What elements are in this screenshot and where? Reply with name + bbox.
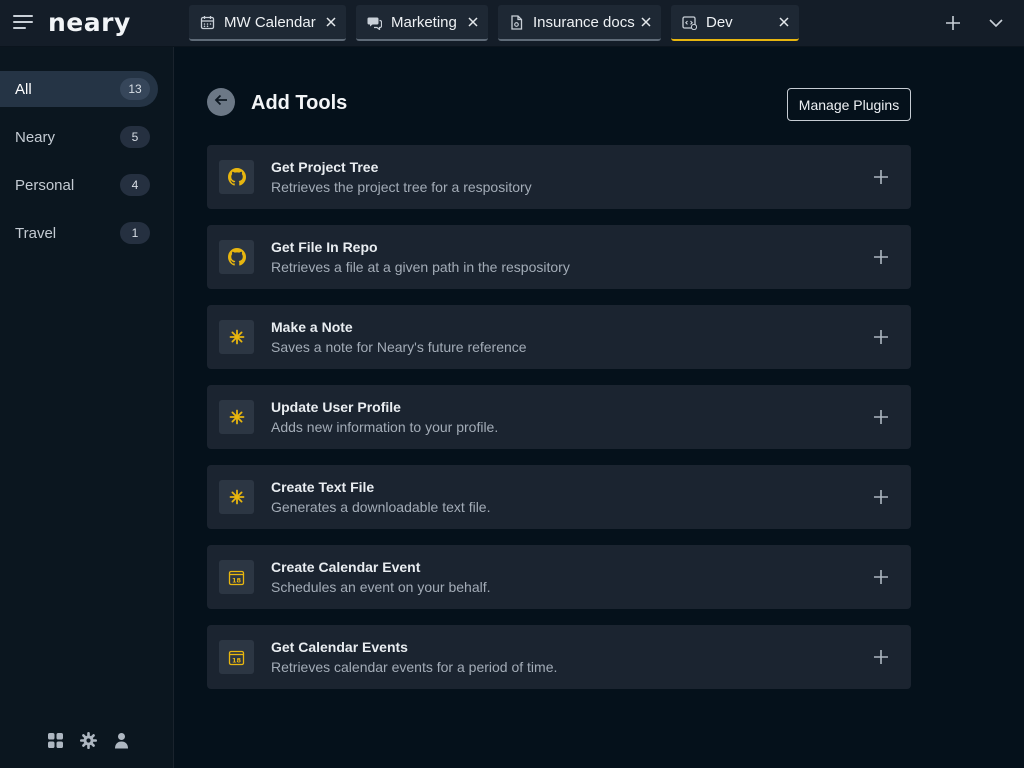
count-badge: 13 [120, 78, 150, 100]
user-icon[interactable] [113, 732, 130, 749]
sidebar-item-personal[interactable]: Personal 4 [0, 167, 158, 203]
tab-dev[interactable]: Dev [671, 5, 799, 41]
add-tool-plus-icon[interactable] [873, 649, 889, 665]
close-icon[interactable] [467, 15, 479, 27]
count-badge: 5 [120, 126, 150, 148]
tool-description: Retrieves a file at a given path in the … [271, 259, 570, 275]
sidebar-item-label: Neary [15, 128, 56, 146]
tool-card-create-calendar-event: 18 Create Calendar Event Schedules an ev… [207, 545, 911, 609]
tool-name: Get Calendar Events [271, 639, 408, 655]
app-logo: neary [48, 8, 131, 37]
add-tool-plus-icon[interactable] [873, 409, 889, 425]
tool-description: Generates a downloadable text file. [271, 499, 491, 515]
tool-card-get-calendar-events: 18 Get Calendar Events Retrieves calenda… [207, 625, 911, 689]
sparkle-icon [219, 400, 254, 434]
new-tab-plus-icon[interactable] [945, 15, 961, 31]
tool-card-get-file-in-repo: Get File In Repo Retrieves a file at a g… [207, 225, 911, 289]
sidebar-item-neary[interactable]: Neary 5 [0, 119, 158, 155]
github-icon [219, 160, 254, 194]
tool-card-create-text-file: Create Text File Generates a downloadabl… [207, 465, 911, 529]
sidebar-item-label: Personal [15, 176, 75, 194]
chat-icon [367, 15, 382, 30]
tool-card-make-a-note: Make a Note Saves a note for Neary's fut… [207, 305, 911, 369]
page-title: Add Tools [251, 92, 348, 114]
tool-name: Make a Note [271, 319, 353, 335]
tab-marketing[interactable]: Marketing [356, 5, 488, 41]
top-bar: neary MW Calendar Marketing Insurance do… [0, 0, 1024, 47]
close-icon[interactable] [325, 15, 337, 27]
sidebar-item-travel[interactable]: Travel 1 [0, 215, 158, 251]
close-icon[interactable] [778, 15, 790, 27]
svg-text:18: 18 [232, 576, 242, 584]
add-tool-plus-icon[interactable] [873, 249, 889, 265]
sidebar: All 13 Neary 5 Personal 4 Travel 1 [0, 47, 174, 768]
add-tool-plus-icon[interactable] [873, 569, 889, 585]
tab-mw-calendar[interactable]: MW Calendar [189, 5, 346, 41]
chevron-down-icon[interactable] [988, 15, 1004, 31]
tool-name: Create Calendar Event [271, 559, 421, 575]
tool-description: Retrieves calendar events for a period o… [271, 659, 558, 675]
github-icon [219, 240, 254, 274]
tool-description: Adds new information to your profile. [271, 419, 499, 435]
gear-icon[interactable] [79, 731, 97, 749]
tool-card-get-project-tree: Get Project Tree Retrieves the project t… [207, 145, 911, 209]
add-tool-plus-icon[interactable] [873, 169, 889, 185]
sparkle-icon [219, 320, 254, 354]
sidebar-item-label: Travel [15, 224, 57, 242]
code-icon [682, 15, 697, 30]
arrow-left-icon [213, 92, 229, 113]
tool-name: Update User Profile [271, 399, 401, 415]
svg-text:18: 18 [232, 656, 242, 664]
tab-insurance-docs[interactable]: Insurance docs [498, 5, 661, 41]
count-badge: 1 [120, 222, 150, 244]
tool-name: Create Text File [271, 479, 375, 495]
calendar-icon [200, 15, 215, 30]
sidebar-item-label: All [15, 80, 32, 98]
count-badge: 4 [120, 174, 150, 196]
add-tool-plus-icon[interactable] [873, 489, 889, 505]
tool-description: Retrieves the project tree for a resposi… [271, 179, 532, 195]
hamburger-menu-icon[interactable] [13, 14, 33, 32]
add-tool-plus-icon[interactable] [873, 329, 889, 345]
calendar-18-icon: 18 [219, 560, 254, 594]
calendar-18-icon: 18 [219, 640, 254, 674]
sidebar-item-all[interactable]: All 13 [0, 71, 158, 107]
apps-icon[interactable] [47, 732, 64, 749]
manage-plugins-button[interactable]: Manage Plugins [787, 88, 911, 121]
sparkle-icon [219, 480, 254, 514]
tool-description: Saves a note for Neary's future referenc… [271, 339, 527, 355]
tool-name: Get File In Repo [271, 239, 378, 255]
tool-description: Schedules an event on your behalf. [271, 579, 491, 595]
sidebar-footer [47, 731, 130, 749]
close-icon[interactable] [640, 15, 652, 27]
tool-card-update-user-profile: Update User Profile Adds new information… [207, 385, 911, 449]
document-icon [509, 14, 524, 30]
back-button[interactable] [207, 88, 235, 116]
tool-name: Get Project Tree [271, 159, 379, 175]
tool-list: Get Project Tree Retrieves the project t… [207, 145, 911, 705]
